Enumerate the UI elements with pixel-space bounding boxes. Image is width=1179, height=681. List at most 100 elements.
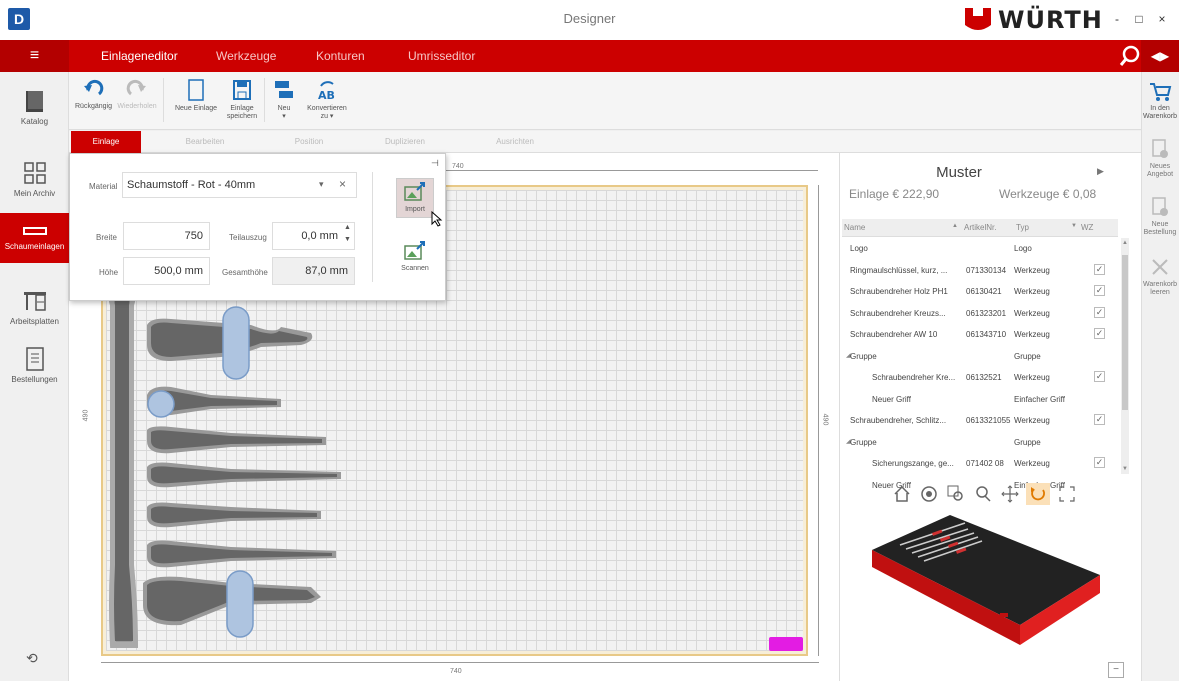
- tab-einlageneditor[interactable]: Einlageneditor: [101, 40, 178, 72]
- sidebar-item-mein-archiv[interactable]: Mein Archiv: [0, 152, 69, 212]
- toolbar-divider: [163, 78, 164, 122]
- group-row[interactable]: ◢ Gruppe Gruppe: [842, 346, 1118, 367]
- wz-checkbox[interactable]: ✓: [1094, 328, 1105, 339]
- new-dropdown-button[interactable]: Neu ▾: [272, 78, 296, 121]
- chevron-down-icon[interactable]: ▾: [319, 179, 324, 190]
- tools-price: Werkzeuge € 0,08: [999, 187, 1097, 201]
- height-field[interactable]: 500,0 mm: [123, 257, 210, 285]
- table-row[interactable]: Schraubendreher, Schlitz... 0613321055 Wer…: [842, 410, 1118, 431]
- col-wz[interactable]: WZ: [1081, 223, 1093, 232]
- sidebar-item-schaumeinlagen[interactable]: Schaumeinlagen: [0, 213, 69, 263]
- table-row[interactable]: Schraubendreher Kreuzs... 061323201 Werkze…: [842, 303, 1118, 324]
- redo-button[interactable]: Wiederholen: [117, 78, 157, 111]
- tab-umrisseditor[interactable]: Umrisseditor: [408, 40, 475, 72]
- wz-checkbox[interactable]: ✓: [1094, 414, 1105, 425]
- sidebar-item-label: In den Warenkorb: [1143, 105, 1177, 120]
- tab-konturen[interactable]: Konturen: [316, 40, 365, 72]
- zoom-window-icon[interactable]: [946, 484, 966, 504]
- sidebar-item-label: Arbeitsplatten: [10, 317, 59, 326]
- logo-placeholder[interactable]: [769, 637, 803, 651]
- workbench-icon: [23, 292, 46, 311]
- width-field[interactable]: 750: [123, 222, 210, 250]
- import-label: Import: [405, 206, 425, 213]
- wz-checkbox[interactable]: ✓: [1094, 263, 1105, 275]
- fit-icon[interactable]: [1057, 484, 1077, 504]
- dimension-left: 490: [82, 409, 90, 422]
- book-icon: [25, 91, 43, 112]
- material-label: Material: [89, 182, 118, 191]
- clear-icon[interactable]: ×: [339, 177, 346, 191]
- collapse-button[interactable]: −: [1108, 662, 1124, 678]
- subtab-duplizieren[interactable]: Duplizieren: [370, 131, 440, 153]
- double-arrow-icon[interactable]: ◀▶: [1141, 40, 1179, 72]
- save-insert-button[interactable]: Einlage speichern: [226, 78, 258, 121]
- table-row[interactable]: Sicherungszange, ge... 071402 08 Werkzeug ✓: [842, 453, 1118, 474]
- col-type[interactable]: Typ: [1016, 223, 1029, 232]
- cell-name: Ringmaulschlüssel, kurz, ...: [850, 265, 948, 275]
- sort-asc-icon[interactable]: ▲: [952, 223, 958, 229]
- screwdriver-cutout: [147, 540, 336, 568]
- new-order-button[interactable]: Neue Bestellung: [1141, 196, 1179, 237]
- new-insert-button[interactable]: Neue Einlage: [172, 78, 220, 113]
- pullout-stepper[interactable]: 0,0 mm: [272, 222, 355, 250]
- subtab-ausrichten[interactable]: Ausrichten: [480, 131, 550, 153]
- orbit-icon[interactable]: [919, 484, 939, 504]
- cell-type: Einfacher Griff: [1014, 394, 1065, 404]
- minimize-button[interactable]: -: [1108, 10, 1126, 28]
- sidebar-item-katalog[interactable]: Katalog: [0, 80, 69, 140]
- maximize-button[interactable]: □: [1130, 10, 1148, 28]
- wrench-cutout: [108, 282, 139, 648]
- brand-logo: WÜRTH: [998, 6, 1103, 34]
- table-row[interactable]: Logo Logo: [842, 238, 1118, 259]
- scan-button[interactable]: Scannen: [396, 240, 434, 280]
- scan-icon: [404, 241, 425, 260]
- import-button[interactable]: Import: [396, 178, 434, 218]
- search-icon[interactable]: [1118, 44, 1142, 68]
- expand-arrow-icon[interactable]: ▶: [1097, 166, 1104, 177]
- table-row[interactable]: Schraubendreher AW 10 061343710 Werkzeug ✓: [842, 324, 1118, 345]
- scroll-down-icon[interactable]: ▼: [1122, 466, 1128, 472]
- subtab-einlage[interactable]: Einlage: [71, 131, 141, 153]
- dimension-top: 740: [452, 163, 464, 170]
- table-row[interactable]: Schraubendreher Kre... 06132521 Werkzeug ✓: [842, 367, 1118, 388]
- sidebar-item-label: Schaumeinlagen: [4, 242, 65, 251]
- rotate-icon[interactable]: [1028, 484, 1048, 504]
- zoom-icon[interactable]: [973, 484, 993, 504]
- tab-werkzeuge[interactable]: Werkzeuge: [216, 40, 276, 72]
- wz-checkbox[interactable]: ✓: [1094, 457, 1105, 468]
- subtab-bearbeiten[interactable]: Bearbeiten: [170, 131, 240, 153]
- scroll-up-icon[interactable]: ▲: [1122, 240, 1128, 246]
- table-row[interactable]: Neuer Griff Einfacher Griff: [842, 389, 1118, 410]
- close-button[interactable]: ×: [1153, 10, 1171, 28]
- table-row[interactable]: Schraubendreher Holz PH1 06130421 Werkzeug…: [842, 281, 1118, 302]
- add-to-cart-button[interactable]: In den Warenkorb: [1141, 80, 1179, 121]
- sidebar-item-bestellungen[interactable]: Bestellungen: [0, 338, 69, 398]
- group-row[interactable]: ◢ Gruppe Gruppe: [842, 432, 1118, 453]
- pan-icon[interactable]: [1000, 484, 1020, 504]
- 3d-preview[interactable]: [870, 505, 1110, 655]
- home-icon[interactable]: [892, 484, 912, 504]
- sync-icon[interactable]: ⟲: [26, 650, 38, 667]
- cell-name: Gruppe: [850, 351, 877, 361]
- clear-cart-button[interactable]: Warenkorb leeren: [1141, 256, 1179, 297]
- wz-checkbox[interactable]: ✓: [1094, 306, 1105, 318]
- menu-icon[interactable]: ≡: [0, 40, 69, 72]
- scrollbar-thumb[interactable]: [1122, 255, 1128, 410]
- undo-button[interactable]: Rückgängig: [75, 78, 112, 111]
- stepper-arrows-icon[interactable]: ▲ ▼: [344, 222, 351, 246]
- subtab-position[interactable]: Position: [274, 131, 344, 153]
- undo-icon: [84, 79, 104, 96]
- col-article[interactable]: ArtikelNr.: [964, 223, 996, 232]
- wz-checkbox[interactable]: ✓: [1094, 371, 1105, 382]
- cell-type: Werkzeug: [1014, 265, 1050, 275]
- material-select[interactable]: Schaumstoff - Rot - 40mm ▾ ×: [122, 172, 357, 198]
- convert-button[interactable]: AB Konvertieren zu ▾: [304, 78, 350, 121]
- table-row[interactable]: Ringmaulschlüssel, kurz, ... 071330134 Wer…: [842, 260, 1118, 281]
- filter-icon[interactable]: ▼: [1071, 223, 1077, 229]
- wz-checkbox[interactable]: ✓: [1094, 285, 1105, 296]
- sidebar-item-arbeitsplatten[interactable]: Arbeitsplatten: [0, 280, 69, 340]
- new-offer-button[interactable]: Neues Angebot: [1141, 138, 1179, 179]
- screwdriver-cutout: [147, 502, 321, 528]
- pin-icon[interactable]: ⊣: [431, 158, 439, 169]
- col-name[interactable]: Name: [844, 223, 865, 232]
